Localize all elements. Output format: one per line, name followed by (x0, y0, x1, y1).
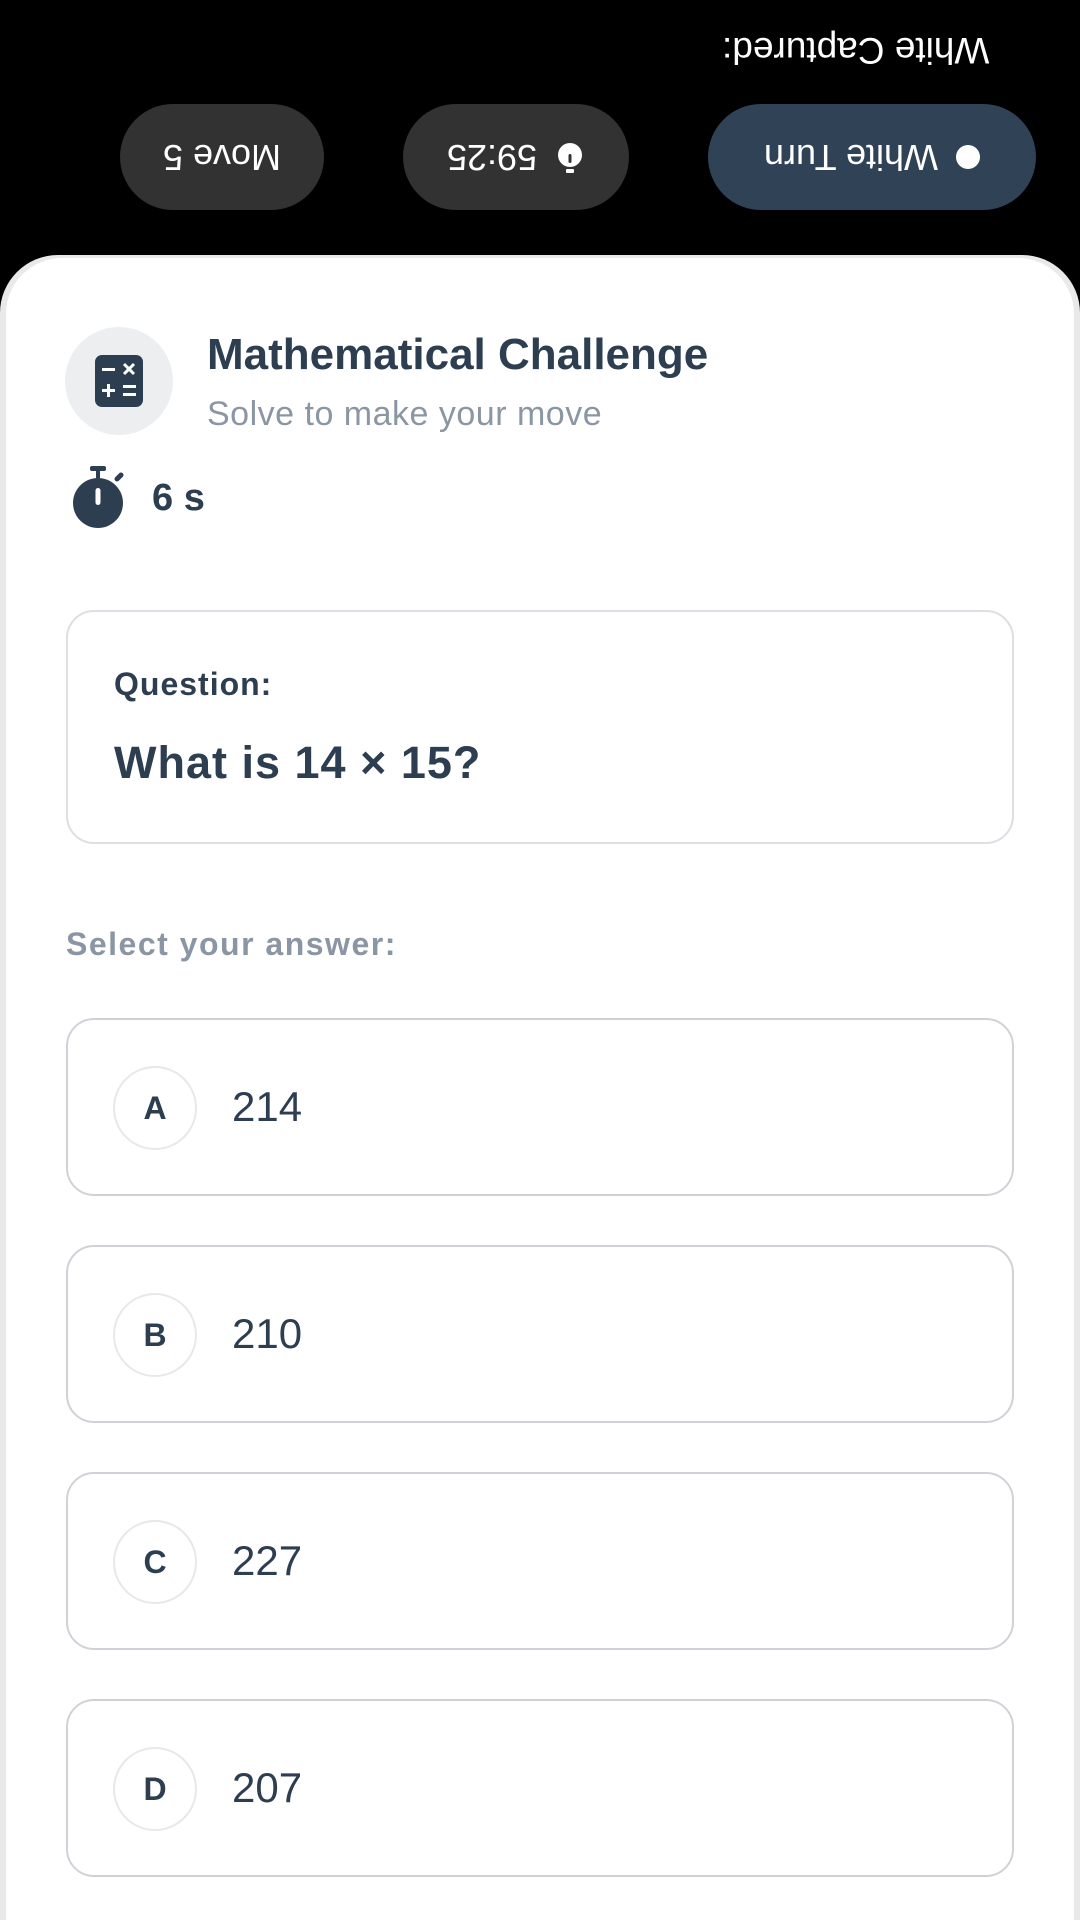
countdown-value: 6 s (152, 476, 205, 519)
captured-label-display: White Captured: (722, 30, 990, 71)
option-value: 214 (232, 1083, 303, 1130)
timer-icon (558, 143, 583, 173)
countdown: 6 s (70, 466, 205, 530)
stopwatch-icon (73, 466, 124, 528)
option-letter-badge: D (113, 1747, 197, 1831)
calculator-icon (95, 355, 143, 407)
timer-value: 59:25 (446, 137, 538, 178)
answer-option-b[interactable]: B 210 (66, 1245, 1014, 1423)
answer-option-a[interactable]: A 214 (66, 1018, 1014, 1196)
move-counter-pill: Move 5 (120, 104, 324, 210)
option-letter-badge: C (113, 1520, 197, 1604)
game-screen: White Captured: White Turn 59:25 Move 5 … (0, 0, 1080, 1920)
option-value: 210 (232, 1310, 303, 1357)
turn-label: White Turn (763, 137, 939, 178)
answer-option-c[interactable]: C 227 (66, 1472, 1014, 1650)
challenge-title: Mathematical Challenge (207, 330, 709, 379)
challenge-subtitle: Solve to make your move (207, 395, 603, 433)
calculator-icon-badge (65, 327, 173, 435)
question-card: Question: What is 14 × 15? (66, 610, 1014, 844)
turn-indicator-pill: White Turn (708, 104, 1036, 210)
game-timer-pill: 59:25 (403, 104, 629, 210)
option-letter-badge: A (113, 1066, 197, 1150)
answer-prompt: Select your answer: (66, 926, 397, 962)
move-label: Move 5 (162, 137, 282, 178)
option-letter-badge: B (113, 1293, 197, 1377)
turn-dot-icon (956, 145, 981, 169)
answer-option-d[interactable]: D 207 (66, 1699, 1014, 1877)
question-text: What is 14 × 15? (114, 737, 482, 788)
option-value: 227 (232, 1537, 303, 1584)
question-label: Question: (114, 666, 273, 702)
option-value: 207 (232, 1764, 303, 1811)
